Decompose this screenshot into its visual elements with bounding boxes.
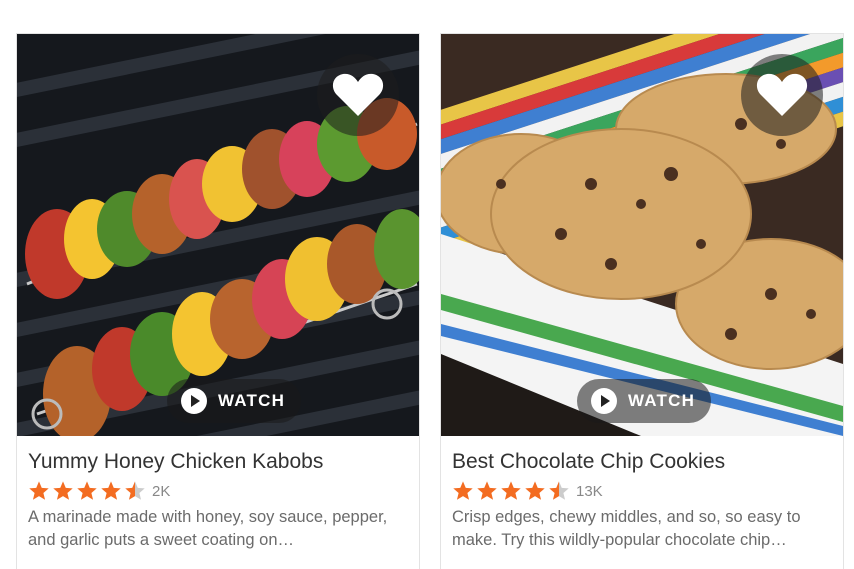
star-icon [549,481,569,500]
watch-label: WATCH [218,391,286,410]
recipe-description: Crisp edges, chewy middles, and so, so e… [452,508,801,549]
rating-count: 2K [152,482,171,500]
star-icon [501,481,521,500]
star-icon [53,481,73,500]
favorite-button[interactable] [317,54,399,136]
recipe-card[interactable]: WATCH Best Chocolate Chip Cookies 13K Cr… [440,33,844,569]
watch-video-button[interactable]: WATCH [167,379,302,423]
recipe-card[interactable]: WATCH Yummy Honey Chicken Kabobs 2K A ma… [16,33,420,569]
recipe-description: A marinade made with honey, soy sauce, p… [28,508,388,549]
recipe-title[interactable]: Best Chocolate Chip Cookies [452,447,832,477]
watch-video-button[interactable]: WATCH [577,379,712,423]
star-rating [28,480,148,502]
recipe-photo-chicken-kabobs[interactable]: WATCH [17,34,419,436]
recipe-photo-chocolate-chip-cookies[interactable]: WATCH [441,34,843,436]
star-icon [29,481,49,500]
star-icon [77,481,97,500]
star-icon [525,481,545,500]
favorite-button[interactable] [741,54,823,136]
star-icon [101,481,121,500]
rating-count: 13K [576,482,603,500]
heart-icon [756,73,808,116]
play-icon [591,388,617,414]
heart-icon [332,73,384,116]
star-icon [453,481,473,500]
recipe-title[interactable]: Yummy Honey Chicken Kabobs [28,447,408,477]
star-rating [452,480,572,502]
play-icon [181,388,207,414]
watch-label: WATCH [628,391,696,410]
star-icon [125,481,145,500]
rating-row: 2K [28,478,408,504]
rating-row: 13K [452,478,832,504]
star-icon [477,481,497,500]
